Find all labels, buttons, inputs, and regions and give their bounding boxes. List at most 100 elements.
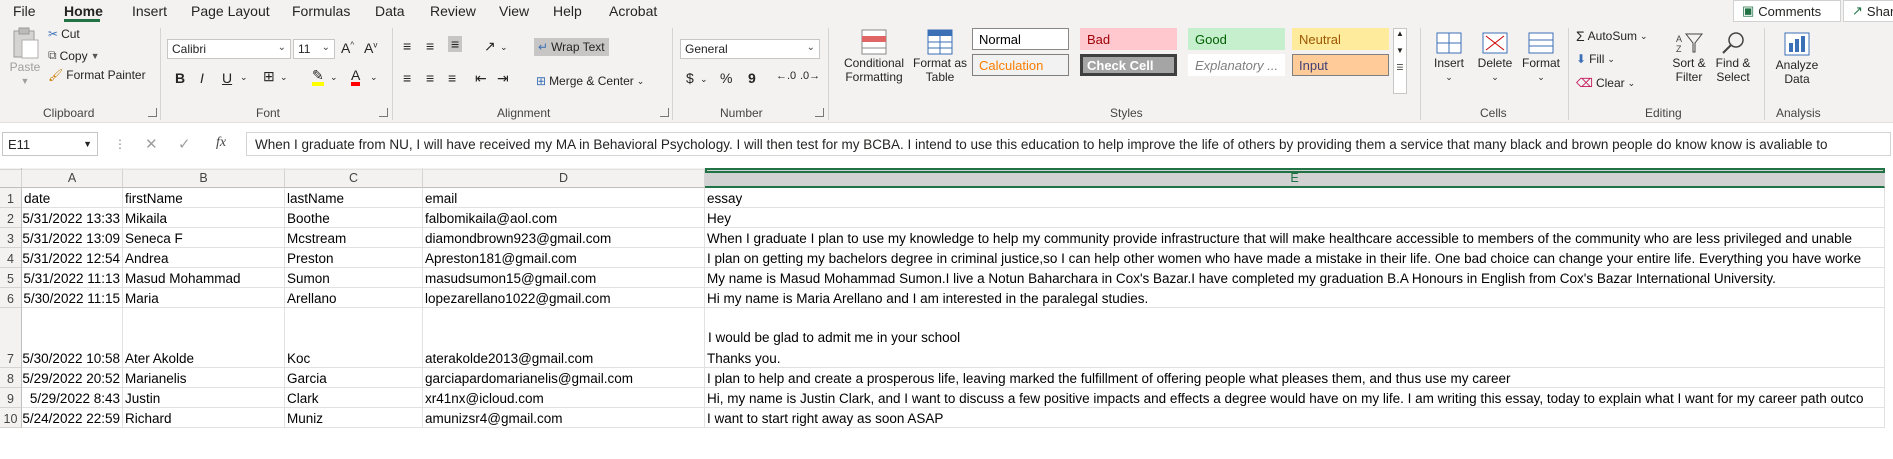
cell[interactable]: Hey [705, 208, 1885, 228]
chevron-down-icon[interactable]: ⌄ [370, 72, 378, 83]
cell-style-normal[interactable]: Normal [972, 28, 1069, 50]
column-header-c[interactable]: C [285, 168, 423, 188]
cell[interactable]: Andrea [123, 248, 285, 268]
orientation-icon[interactable]: ↗ [484, 38, 496, 55]
cell[interactable]: garciapardomarianelis@gmail.com [423, 368, 705, 388]
format-cells-button[interactable]: Format ⌄ [1518, 30, 1564, 84]
cell[interactable]: My name is Masud Mohammad Sumon.I live a… [705, 268, 1885, 288]
cell[interactable]: Boothe [285, 208, 423, 228]
chevron-down-icon[interactable]: ⌄ [240, 72, 248, 83]
percent-button[interactable]: % [720, 70, 732, 86]
row-header[interactable]: 8 [0, 368, 22, 388]
chevron-down-icon[interactable]: ⌄ [700, 74, 708, 85]
chevron-down-icon[interactable]: ⌄ [330, 72, 338, 83]
cell[interactable]: Apreston181@gmail.com [423, 248, 705, 268]
analyze-data-button[interactable]: Analyze Data [1770, 30, 1824, 86]
increase-indent-icon[interactable]: ⇥ [497, 70, 509, 87]
comments-button[interactable]: ▣ Comments [1733, 0, 1841, 22]
menu-review[interactable]: Review [430, 3, 476, 19]
cell[interactable]: 5/31/2022 13:33 [22, 208, 123, 228]
menu-file[interactable]: File [13, 3, 36, 19]
format-as-table-button[interactable]: Format as Table [912, 28, 968, 84]
align-middle-icon[interactable]: ≡ [426, 38, 434, 54]
increase-font-size-icon[interactable]: A^ [341, 40, 354, 56]
copy-button[interactable]: ⧉ Copy ▼ [48, 48, 100, 63]
font-launcher-icon[interactable] [379, 108, 388, 117]
increase-decimal-icon[interactable]: ←.0 [776, 70, 796, 82]
more-icon[interactable]: ☰ [1394, 63, 1406, 72]
format-painter-button[interactable]: 🖌 Format Painter [48, 68, 146, 82]
chevron-down-icon[interactable]: ▼ [1394, 46, 1406, 55]
font-size-select[interactable]: 11 ⌄ [293, 39, 335, 59]
clear-button[interactable]: ⌫ Clear ⌄ [1576, 76, 1635, 90]
menu-formulas[interactable]: Formulas [292, 3, 350, 19]
align-left-icon[interactable]: ≡ [403, 70, 411, 86]
number-launcher-icon[interactable] [815, 108, 824, 117]
wrap-text-button[interactable]: ↵ Wrap Text [534, 38, 609, 56]
cell[interactable]: Justin [123, 388, 285, 408]
cell[interactable]: Garcia [285, 368, 423, 388]
insert-function-button[interactable]: fx [216, 135, 226, 151]
row-header[interactable]: 3 [0, 228, 22, 248]
cell[interactable]: When I graduate I plan to use my knowled… [705, 228, 1885, 248]
cell[interactable]: 5/29/2022 8:43 [22, 388, 123, 408]
align-right-icon[interactable]: ≡ [448, 70, 456, 86]
row-header[interactable]: 9 [0, 388, 22, 408]
cell[interactable]: Seneca F [123, 228, 285, 248]
cell[interactable]: 5/31/2022 11:13 [22, 268, 123, 288]
cell[interactable]: 5/29/2022 20:52 [22, 368, 123, 388]
cell[interactable]: Marianelis [123, 368, 285, 388]
column-header-b[interactable]: B [123, 168, 285, 188]
decrease-decimal-icon[interactable]: .0→ [800, 70, 820, 82]
cancel-icon[interactable]: ✕ [145, 135, 158, 153]
confirm-icon[interactable]: ✓ [178, 135, 191, 153]
cell[interactable]: Clark [285, 388, 423, 408]
cell[interactable]: xr41nx@icloud.com [423, 388, 705, 408]
row-header[interactable]: 6 [0, 288, 22, 308]
column-header-d[interactable]: D [423, 168, 705, 188]
cell-style-bad[interactable]: Bad [1080, 28, 1177, 50]
cell[interactable]: Arellano [285, 288, 423, 308]
menu-view[interactable]: View [499, 3, 529, 19]
menu-page-layout[interactable]: Page Layout [191, 3, 270, 19]
cell-style-check-cell[interactable]: Check Cell [1080, 54, 1177, 76]
cell-style-neutral[interactable]: Neutral [1292, 28, 1389, 50]
cell[interactable]: Mikaila [123, 208, 285, 228]
decrease-indent-icon[interactable]: ⇤ [475, 70, 487, 87]
bold-button[interactable]: B [175, 70, 185, 86]
cell[interactable] [423, 168, 705, 170]
gallery-scrollbar[interactable]: ▲ ▼ ☰ [1393, 28, 1407, 94]
cell[interactable] [123, 168, 285, 170]
cell-style-explanatory[interactable]: Explanatory ... [1188, 54, 1285, 76]
decrease-font-size-icon[interactable]: Av [364, 40, 377, 56]
formula-input[interactable]: When I graduate from NU, I will have rec… [246, 132, 1891, 156]
menu-insert[interactable]: Insert [132, 3, 167, 19]
chevron-up-icon[interactable]: ▲ [1394, 29, 1406, 38]
font-color-icon[interactable]: A [351, 68, 361, 86]
share-button[interactable]: ↗ Share [1843, 0, 1893, 22]
font-name-select[interactable]: Calibri ⌄ [167, 39, 291, 59]
row-header[interactable]: 1 [0, 188, 22, 208]
comma-style-button[interactable]: 9 [748, 70, 756, 86]
cell[interactable]: Sumon [285, 268, 423, 288]
cell[interactable]: Hi, my name is Justin Clark, and I want … [705, 388, 1885, 408]
paste-button[interactable]: Paste ▼ [8, 26, 42, 88]
cell[interactable]: Mcstream [285, 228, 423, 248]
chevron-down-icon[interactable]: ▼ [83, 139, 92, 149]
borders-icon[interactable]: ⊞ [263, 68, 275, 85]
cell[interactable]: email [423, 188, 705, 208]
align-bottom-icon[interactable]: ≡ [448, 36, 463, 52]
cell[interactable]: Richard [123, 408, 285, 428]
cell[interactable]: Ater Akolde [123, 308, 285, 368]
cell[interactable]: masudsumon15@gmail.com [423, 268, 705, 288]
menu-acrobat[interactable]: Acrobat [609, 3, 657, 19]
cell[interactable]: diamondbrown923@gmail.com [423, 228, 705, 248]
cell[interactable]: Masud Mohammad [123, 268, 285, 288]
align-top-icon[interactable]: ≡ [403, 38, 411, 54]
merge-center-button[interactable]: ⊞ Merge & Center ⌄ [536, 74, 644, 88]
cell[interactable]: lopezarellano1022@gmail.com [423, 288, 705, 308]
clipboard-launcher-icon[interactable] [148, 108, 157, 117]
chevron-down-icon[interactable]: ⌄ [280, 72, 288, 83]
name-box[interactable]: E11 ▼ [2, 132, 98, 156]
cell[interactable]: essay [705, 188, 1885, 208]
